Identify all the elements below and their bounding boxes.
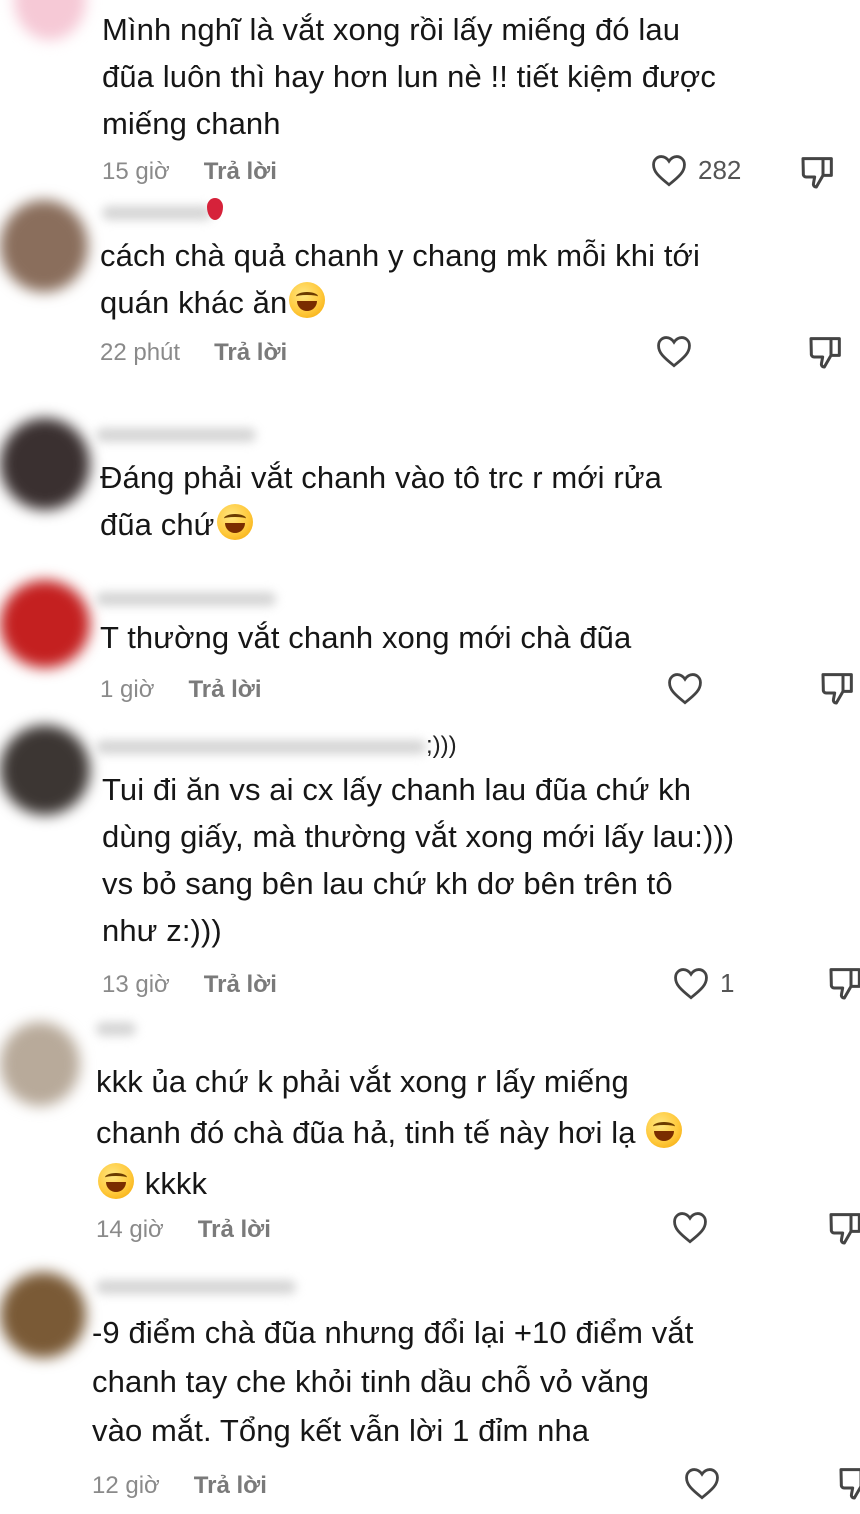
comment-time: 15 giờ	[102, 158, 170, 185]
avatar[interactable]	[0, 580, 90, 668]
comment-text: -9 điểm chà đũa nhưng đổi lại +10 điểm v…	[92, 1308, 693, 1455]
reply-button[interactable]: Trả lời	[204, 158, 277, 185]
like-button[interactable]	[655, 334, 693, 368]
comment-line: quán khác ăn	[100, 279, 700, 326]
comment-meta: 1 giờ Trả lời	[100, 676, 262, 704]
comment-text: Đáng phải vắt chanh vào tô trc r mới rửa…	[100, 454, 662, 548]
comment-line: Mình nghĩ là vắt xong rồi lấy miếng đó l…	[102, 12, 681, 47]
avatar[interactable]	[0, 1022, 80, 1106]
username-blurred[interactable]	[96, 1280, 296, 1294]
heart-outline-icon	[685, 1468, 719, 1500]
comment-time: 1 giờ	[100, 676, 155, 703]
username-blurred[interactable]	[102, 206, 212, 220]
reply-button[interactable]: Trả lời	[194, 1472, 267, 1499]
comment-meta: 15 giờ Trả lời	[102, 158, 277, 186]
username-blurred[interactable]	[96, 1022, 136, 1036]
comment-meta: 14 giờ Trả lời	[96, 1216, 271, 1244]
reply-button[interactable]: Trả lời	[204, 971, 277, 998]
username-suffix: ;)))	[426, 732, 457, 759]
heart-outline-icon	[673, 1212, 707, 1244]
comment-text: Mình nghĩ là vắt xong rồi lấy miếng đó l…	[102, 6, 716, 147]
dislike-button[interactable]	[818, 668, 858, 713]
reply-button[interactable]: Trả lời	[214, 339, 287, 366]
thumbs-down-outline-icon	[829, 1213, 860, 1245]
grinning-squinting-face-icon	[98, 1163, 134, 1199]
username-blurred[interactable]	[96, 592, 276, 606]
reply-button[interactable]: Trả lời	[188, 676, 261, 703]
comment-time: 14 giờ	[96, 1216, 164, 1243]
like-button[interactable]	[671, 1210, 709, 1244]
dislike-button[interactable]	[826, 1208, 860, 1253]
comment-text: cách chà quả chanh y chang mk mỗi khi tớ…	[100, 232, 700, 326]
comment-meta: 12 giờ Trả lời	[92, 1472, 267, 1500]
comment-time: 12 giờ	[92, 1472, 160, 1499]
comment-time: 13 giờ	[102, 971, 170, 998]
comment-line: chanh đó chà đũa hả, tinh tế này hơi lạ	[96, 1107, 684, 1158]
like-count: 282	[698, 154, 742, 185]
thumbs-down-outline-icon	[839, 1468, 860, 1500]
dislike-button[interactable]	[826, 963, 860, 1008]
like-count: 1	[720, 967, 735, 998]
heart-outline-icon	[674, 968, 708, 1000]
comment-line: cách chà quả chanh y chang mk mỗi khi tớ…	[100, 238, 700, 273]
dislike-button[interactable]	[806, 332, 846, 377]
comment-line: -9 điểm chà đũa nhưng đổi lại +10 điểm v…	[92, 1315, 694, 1350]
dislike-button[interactable]	[798, 152, 838, 197]
heart-outline-icon	[652, 155, 686, 187]
comment-line: vào mắt. Tổng kết vẫn lời 1 đỉm nha	[92, 1413, 590, 1448]
like-button[interactable]: 282	[650, 153, 741, 187]
heart-outline-icon	[657, 336, 691, 368]
face-with-tears-of-joy-icon	[216, 504, 253, 540]
comment-text: kkk ủa chứ k phải vắt xong r lấy miếng c…	[96, 1056, 684, 1209]
thumbs-down-outline-icon	[801, 157, 833, 189]
comment-line: dùng giấy, mà thường vắt xong mới lấy la…	[102, 819, 735, 854]
comment-line: T thường vắt chanh xong mới chà đũa	[100, 620, 632, 655]
dislike-button[interactable]	[836, 1463, 860, 1508]
comment-line: đũa luôn thì hay hơn lun nè !! tiết kiệm…	[102, 59, 716, 94]
comment-meta: 22 phút Trả lời	[100, 339, 287, 367]
comment-line: vs bỏ sang bên lau chứ kh dơ bên trên tô	[102, 866, 673, 901]
username-blurred[interactable]	[96, 740, 426, 754]
reply-button[interactable]: Trả lời	[198, 1216, 271, 1243]
comment-line: chanh tay che khỏi tinh dầu chỗ vỏ văng	[92, 1364, 650, 1399]
thumbs-down-outline-icon	[809, 337, 841, 369]
thumbs-down-outline-icon	[821, 673, 853, 705]
like-button[interactable]	[683, 1466, 721, 1500]
strawberry-icon	[207, 198, 223, 220]
thumbs-down-outline-icon	[829, 968, 860, 1000]
face-with-tears-of-joy-icon	[289, 282, 326, 318]
comment-line: đũa chứ	[100, 501, 662, 548]
comment-line: miếng chanh	[102, 106, 281, 141]
avatar[interactable]	[0, 1272, 86, 1358]
comment-line: Tui đi ăn vs ai cx lấy chanh lau đũa chứ…	[102, 772, 692, 807]
avatar[interactable]	[0, 200, 88, 292]
comment-line: kkkk	[96, 1158, 684, 1209]
avatar[interactable]	[0, 418, 90, 510]
comment-line: kkk ủa chứ k phải vắt xong r lấy miếng	[96, 1064, 629, 1099]
like-button[interactable]	[666, 671, 704, 705]
avatar[interactable]	[0, 725, 90, 815]
comment-text: T thường vắt chanh xong mới chà đũa	[100, 614, 631, 661]
username-blurred[interactable]	[96, 428, 256, 442]
comment-time: 22 phút	[100, 339, 181, 366]
comment-line: Đáng phải vắt chanh vào tô trc r mới rửa	[100, 460, 662, 495]
like-button[interactable]: 1	[672, 966, 734, 1000]
comment-meta: 13 giờ Trả lời	[102, 971, 277, 999]
avatar[interactable]	[14, 0, 86, 40]
heart-outline-icon	[668, 673, 702, 705]
comment-line: như z:)))	[102, 913, 222, 948]
grinning-squinting-face-icon	[646, 1112, 683, 1148]
comment-text: Tui đi ăn vs ai cx lấy chanh lau đũa chứ…	[102, 766, 734, 954]
